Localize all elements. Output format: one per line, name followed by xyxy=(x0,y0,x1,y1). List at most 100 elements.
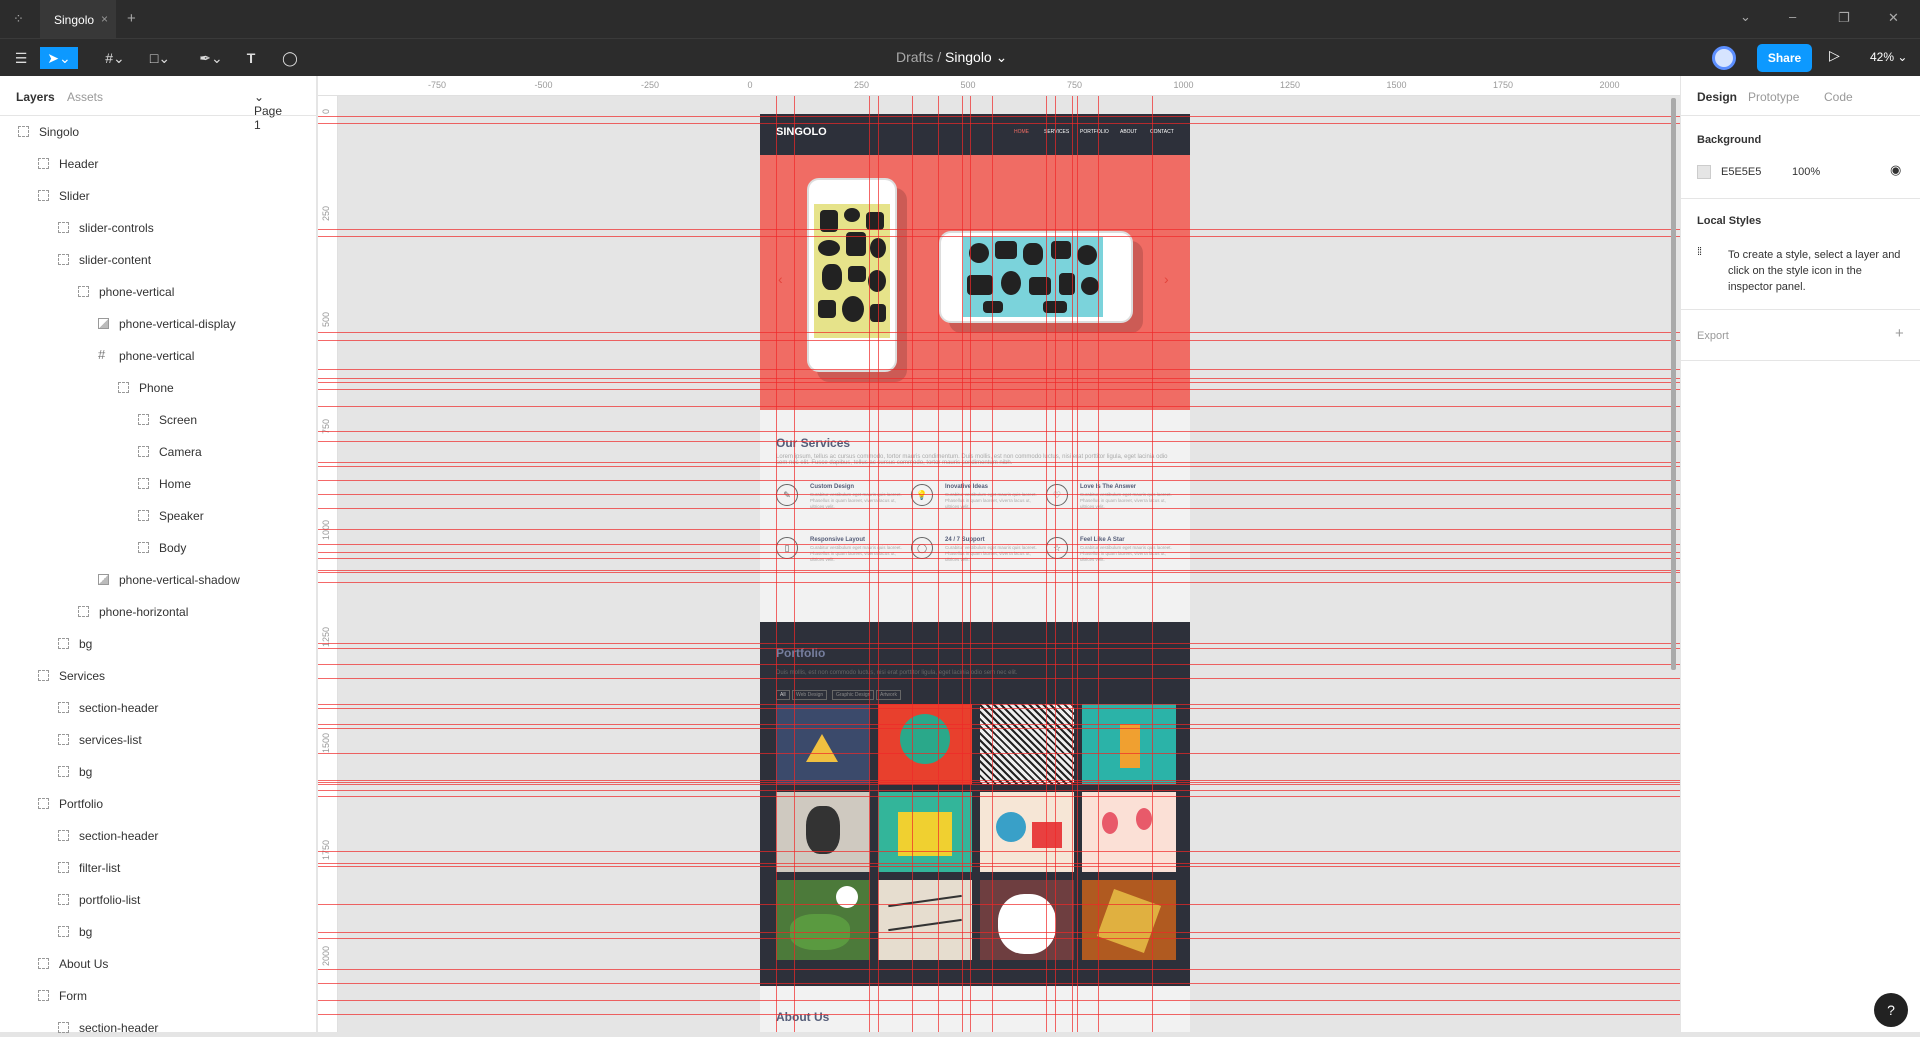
tab-prototype[interactable]: Prototype xyxy=(1748,90,1799,104)
file-tab[interactable]: Singolo × xyxy=(40,0,116,38)
filter-artwork[interactable]: Artwork xyxy=(876,690,901,700)
breadcrumb: Drafts / Singolo ⌄ xyxy=(896,49,1007,66)
portfolio-item[interactable] xyxy=(1082,880,1176,960)
guide-line xyxy=(992,96,993,1032)
layer-item[interactable]: portfolio-list xyxy=(58,891,140,909)
portfolio-item[interactable] xyxy=(776,792,870,872)
pen-tool-icon[interactable]: ✒⌄ xyxy=(195,47,227,69)
filter-web-design[interactable]: Web Design xyxy=(792,690,828,700)
slider-next-icon[interactable]: › xyxy=(1164,271,1169,287)
layer-item[interactable]: phone-vertical xyxy=(98,346,194,365)
layer-item[interactable]: bg xyxy=(58,923,92,941)
present-icon[interactable]: ▷ xyxy=(1829,47,1840,64)
layer-item[interactable]: About Us xyxy=(38,955,108,973)
main-menu-icon[interactable]: ☰ xyxy=(12,47,30,69)
nav-contact[interactable]: CONTACT xyxy=(1150,129,1174,135)
phone-horizontal[interactable] xyxy=(939,231,1133,323)
layer-item[interactable]: Header xyxy=(38,155,98,173)
layer-item[interactable]: section-header xyxy=(58,827,158,845)
layer-item[interactable]: Body xyxy=(138,539,186,557)
share-button[interactable]: Share xyxy=(1757,44,1812,72)
help-button[interactable]: ? xyxy=(1874,993,1908,1027)
layer-item[interactable]: slider-content xyxy=(58,251,151,269)
singolo-frame[interactable]: SINGOLO HOME SERVICES PORTFOLIO ABOUT CO… xyxy=(760,114,1190,1032)
layer-item[interactable]: slider-controls xyxy=(58,219,154,237)
guide-line xyxy=(318,724,1680,725)
layer-item[interactable]: Camera xyxy=(138,443,202,461)
shape-tool-icon[interactable]: □⌄ xyxy=(145,47,175,69)
layer-item[interactable]: Singolo xyxy=(18,123,79,141)
layer-label: Header xyxy=(59,157,99,171)
portfolio-item[interactable] xyxy=(1082,792,1176,872)
about-section[interactable]: About Us xyxy=(760,986,1190,1032)
background-swatch[interactable] xyxy=(1697,165,1711,179)
close-tab-icon[interactable]: × xyxy=(101,12,108,26)
frame-tool-icon[interactable]: #⌄ xyxy=(100,47,130,69)
move-tool-icon[interactable]: ➤⌄ xyxy=(40,47,78,69)
layer-item[interactable]: Phone xyxy=(118,379,174,397)
page-select[interactable]: Page 1 ⌄ xyxy=(254,90,282,132)
nav-home[interactable]: HOME xyxy=(1014,129,1029,135)
layer-item[interactable]: phone-horizontal xyxy=(78,603,188,621)
zoom-dropdown[interactable]: 42% ⌄ xyxy=(1870,50,1907,64)
portfolio-item[interactable] xyxy=(980,880,1074,960)
background-opacity-input[interactable]: 100% xyxy=(1792,166,1820,178)
layer-item[interactable]: phone-vertical-shadow xyxy=(98,571,240,589)
layer-item[interactable]: Slider xyxy=(38,187,90,205)
portfolio-item[interactable] xyxy=(980,704,1074,784)
breadcrumb-drafts[interactable]: Drafts xyxy=(896,49,933,65)
background-hex-input[interactable]: E5E5E5 xyxy=(1721,166,1761,178)
nav-portfolio[interactable]: PORTFOLIO xyxy=(1080,129,1109,135)
layer-item[interactable]: section-header xyxy=(58,699,158,717)
layer-item[interactable]: section-header xyxy=(58,1019,158,1037)
chevron-down-icon[interactable]: ⌄ xyxy=(992,49,1008,65)
filter-all[interactable]: All xyxy=(776,690,790,700)
portfolio-item[interactable] xyxy=(878,704,972,784)
layer-item[interactable]: services-list xyxy=(58,731,142,749)
add-export-icon[interactable]: + xyxy=(1895,325,1904,342)
file-name[interactable]: Singolo xyxy=(945,49,992,65)
layer-item[interactable]: Form xyxy=(38,987,87,1005)
layer-item[interactable]: Speaker xyxy=(138,507,204,525)
text-tool-icon[interactable]: T xyxy=(242,47,260,69)
local-styles-title: Local Styles xyxy=(1697,215,1762,227)
portfolio-item[interactable] xyxy=(878,880,972,960)
canvas[interactable]: -750 -500 -250 0 250 500 750 1000 1250 1500 1750 20… xyxy=(318,76,1680,1032)
portfolio-item[interactable] xyxy=(1082,704,1176,784)
nav-about[interactable]: ABOUT xyxy=(1120,129,1137,135)
restore-icon[interactable]: ❐ xyxy=(1838,10,1850,26)
layer-item[interactable]: filter-list xyxy=(58,859,120,877)
figma-logo-icon[interactable]: ⁘ xyxy=(13,11,24,27)
nav-services[interactable]: SERVICES xyxy=(1044,129,1069,135)
portfolio-item[interactable] xyxy=(776,704,870,784)
chevron-down-icon[interactable]: ⌄ xyxy=(1740,9,1751,25)
layer-item[interactable]: bg xyxy=(58,635,92,653)
ruler-tick-label: -250 xyxy=(641,80,660,90)
slider-prev-icon[interactable]: ‹ xyxy=(778,271,783,287)
layer-item[interactable]: bg xyxy=(58,763,92,781)
layer-item[interactable]: Screen xyxy=(138,411,197,429)
new-tab-icon[interactable]: + xyxy=(127,10,136,27)
close-window-icon[interactable]: ✕ xyxy=(1888,10,1899,26)
comment-tool-icon[interactable]: ◯ xyxy=(280,47,300,69)
layer-item[interactable]: phone-vertical xyxy=(78,283,174,301)
tab-design[interactable]: Design xyxy=(1697,90,1737,104)
avatar[interactable] xyxy=(1712,46,1736,70)
slider[interactable]: ‹ › xyxy=(760,155,1190,410)
layer-item[interactable]: phone-vertical-display xyxy=(98,315,236,333)
canvas-scrollbar[interactable] xyxy=(1671,98,1676,670)
layer-item[interactable]: Home xyxy=(138,475,191,493)
tab-assets[interactable]: Assets xyxy=(67,90,103,104)
tab-code[interactable]: Code xyxy=(1824,90,1853,104)
minimize-icon[interactable]: – xyxy=(1789,9,1796,24)
portfolio-item[interactable] xyxy=(980,792,1074,872)
layer-item[interactable]: Services xyxy=(38,667,105,685)
portfolio-item[interactable] xyxy=(878,792,972,872)
layer-item[interactable]: Portfolio xyxy=(38,795,103,813)
left-tabs: Layers Assets Page 1 ⌄ xyxy=(0,76,316,132)
site-header[interactable]: SINGOLO HOME SERVICES PORTFOLIO ABOUT CO… xyxy=(760,114,1190,155)
phone-vertical[interactable] xyxy=(807,178,897,372)
tab-layers[interactable]: Layers xyxy=(16,90,55,104)
portfolio-item[interactable] xyxy=(776,880,870,960)
eye-icon[interactable]: ◉ xyxy=(1890,162,1901,178)
